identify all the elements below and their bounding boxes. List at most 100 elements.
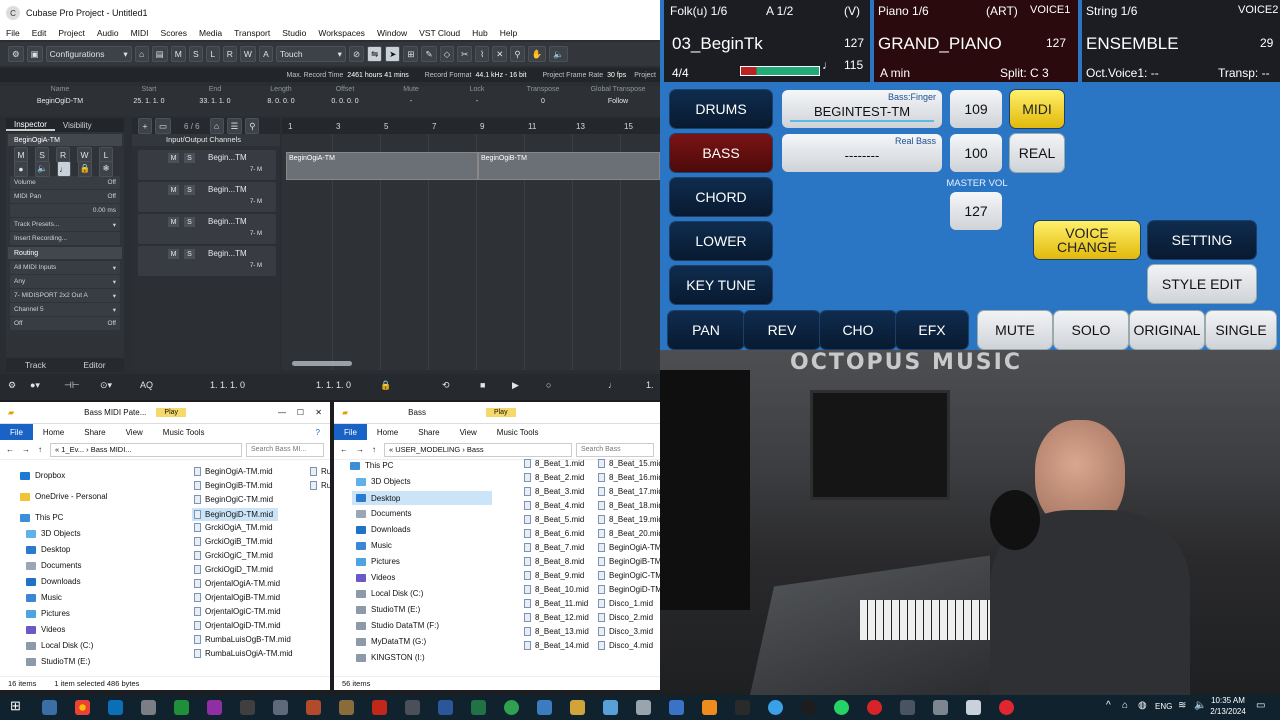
file-item[interactable]: Ru <box>310 481 330 490</box>
info-name[interactable]: Name BeginOgiD-TM <box>20 86 100 105</box>
volume-row[interactable]: Volume Off <box>10 176 120 189</box>
ribbon-view[interactable]: View <box>450 428 487 437</box>
search-icon[interactable]: ⚲ <box>245 118 260 134</box>
bass2-volume[interactable]: 100 <box>950 134 1002 172</box>
voice2-panel[interactable]: String 1/6 VOICE2 ENSEMBLE 29 Oct.Voice1… <box>1082 0 1280 82</box>
track-solo-button[interactable]: S <box>184 185 195 195</box>
add-track-icon[interactable]: + <box>138 118 152 134</box>
nav-desktop[interactable]: Desktop <box>26 545 70 554</box>
bass-button[interactable]: BASS <box>670 134 772 172</box>
file-item[interactable]: 8_Beat_12.mid <box>524 613 589 622</box>
file-item[interactable]: Disco_4.mid <box>598 641 653 650</box>
timeline-ruler[interactable]: 1 3 5 7 9 11 13 15 <box>282 118 660 134</box>
pointer-tool-icon[interactable]: ➤ <box>385 46 401 62</box>
file-item[interactable]: GrckiOgiC_TM.mid <box>194 551 273 560</box>
midi-output-select[interactable]: 7- MIDISPORT 2x2 Out A ▾ <box>10 289 120 302</box>
file-item[interactable]: Disco_2.mid <box>598 613 653 622</box>
track-mute-button[interactable]: M <box>168 217 179 227</box>
menu-help[interactable]: Help <box>494 28 523 38</box>
file-item[interactable]: GrckiOgiA_TM.mid <box>194 523 273 532</box>
file-item[interactable]: 8_Beat_13.mid <box>524 627 589 636</box>
track-mute-button[interactable]: M <box>168 249 179 259</box>
file-item[interactable]: 8_Beat_1.mid <box>524 459 584 468</box>
play-tab-badge[interactable]: Play <box>156 408 187 417</box>
nav-music[interactable]: Music <box>356 541 392 550</box>
file-item[interactable]: 8_Beat_3.mid <box>524 487 584 496</box>
mute-tool-icon[interactable]: ✕ <box>492 46 508 62</box>
style-edit-button[interactable]: STYLE EDIT <box>1148 265 1256 303</box>
up-arrow-icon[interactable]: ↑ <box>372 445 376 454</box>
automation-toggle[interactable]: A <box>258 46 273 62</box>
range-tool-icon[interactable]: ⊞ <box>403 46 419 62</box>
clock-date[interactable]: 2/13/2024 <box>1206 707 1250 716</box>
cubase-taskbar-icon[interactable] <box>108 700 123 715</box>
clock-time[interactable]: 10:35 AM <box>1208 696 1248 705</box>
bass-voice-1[interactable]: Bass:Finger BEGINTEST-TM <box>782 90 942 128</box>
io-channels-header[interactable]: Input/Output Channels <box>132 134 280 146</box>
ribbon-file[interactable]: File <box>334 424 367 440</box>
address-bar[interactable]: « 1_Ev... › Bass MIDI... <box>50 442 242 457</box>
nav-studiotm[interactable]: StudioTM (E:) <box>26 657 90 666</box>
excel-icon[interactable] <box>471 700 486 715</box>
monitor-icon[interactable]: 🔈 <box>35 160 50 177</box>
configurations-dropdown[interactable]: Configurations ▾ <box>45 46 132 62</box>
play-icon[interactable]: ▶ <box>512 380 519 394</box>
back-arrow-icon[interactable]: ← <box>340 445 348 454</box>
master-volume[interactable]: 127 <box>950 192 1002 230</box>
efx-button[interactable]: EFX <box>896 311 968 349</box>
auto-scroll-icon[interactable]: ⊘ <box>348 46 365 62</box>
tab-visibility[interactable]: Visibility <box>55 121 100 130</box>
app-taskbar-icon[interactable] <box>636 700 651 715</box>
bass-voice-2[interactable]: Real Bass -------- <box>782 134 942 172</box>
wifi-icon[interactable]: ≋ <box>1178 700 1186 711</box>
chrome-icon[interactable] <box>75 700 90 715</box>
app-taskbar-icon[interactable] <box>735 700 750 715</box>
file-item[interactable]: 8_Beat_5.mid <box>524 515 584 524</box>
info-mute[interactable]: Mute - <box>380 86 442 105</box>
speaker-tool-icon[interactable]: 🔈 <box>549 46 568 62</box>
edit-icon[interactable]: ♩ <box>56 160 71 177</box>
file-item[interactable]: 8_Beat_17.mid <box>598 487 660 496</box>
info-end[interactable]: End 33. 1. 1. 0 <box>184 86 246 105</box>
file-item[interactable]: 8_Beat_11.mid <box>524 599 588 608</box>
app-taskbar-icon[interactable] <box>900 700 915 715</box>
ribbon-music-tools[interactable]: Music Tools <box>487 428 549 437</box>
key-tune-button[interactable]: KEY TUNE <box>670 266 772 304</box>
file-item[interactable]: RumbaLuisOgB-TM.mid <box>194 635 291 644</box>
midi-mode-button[interactable]: MIDI <box>1010 90 1064 128</box>
app-taskbar-icon[interactable] <box>339 700 354 715</box>
left-locator[interactable]: 1. 1. 1. 0 <box>210 380 245 394</box>
rev-button[interactable]: REV <box>744 311 820 349</box>
explorer-taskbar-icon[interactable] <box>42 700 57 715</box>
nav-videos[interactable]: Videos <box>26 625 65 634</box>
file-item[interactable]: 8_Beat_7.mid <box>524 543 584 552</box>
info-length[interactable]: Length 8. 0. 0. 0 <box>250 86 312 105</box>
project-arrange-window[interactable]: 1 3 5 7 9 11 13 15 BeginOgiA-TM BeginOgi… <box>282 118 660 370</box>
file-item[interactable]: BeginOgiC-TM.mid <box>194 495 273 504</box>
info-offset[interactable]: Offset 0. 0. 0. 0 <box>314 86 376 105</box>
nav-3d-objects[interactable]: 3D Objects <box>26 529 81 538</box>
file-item-selected[interactable]: BeginOgiD-TM.mid <box>192 508 278 521</box>
file-item[interactable]: 8_Beat_4.mid <box>524 501 584 510</box>
midi-channel-filter-select[interactable]: Any ▾ <box>10 275 120 288</box>
file-item[interactable]: Disco_1.mid <box>598 599 653 608</box>
file-item[interactable]: 8_Beat_16.mid <box>598 473 660 482</box>
forward-arrow-icon[interactable]: → <box>356 445 364 454</box>
midi-pan-row[interactable]: MIDI Pan Off <box>10 190 120 203</box>
nav-onedrive[interactable]: OneDrive - Personal <box>20 492 107 501</box>
lower-button[interactable]: LOWER <box>670 222 772 260</box>
file-item[interactable]: Ru <box>310 467 330 476</box>
nav-downloads[interactable]: Downloads <box>26 577 81 586</box>
nav-pictures[interactable]: Pictures <box>26 609 70 618</box>
file-item[interactable]: 8_Beat_8.mid <box>524 557 584 566</box>
split-tool-icon[interactable]: ✂ <box>457 46 473 62</box>
solo-toggle[interactable]: S <box>188 46 203 62</box>
menu-media[interactable]: Media <box>193 28 228 38</box>
real-mode-button[interactable]: REAL <box>1010 134 1064 172</box>
horizontal-scrollbar[interactable] <box>292 361 352 366</box>
midi-part[interactable]: BeginOgiA-TM <box>286 152 478 180</box>
folder-icon[interactable]: ▭ <box>155 118 172 134</box>
menu-midi[interactable]: MIDI <box>125 28 155 38</box>
right-locator[interactable]: 1. 1. 1. 0 <box>316 380 351 394</box>
app-taskbar-icon[interactable] <box>669 700 684 715</box>
